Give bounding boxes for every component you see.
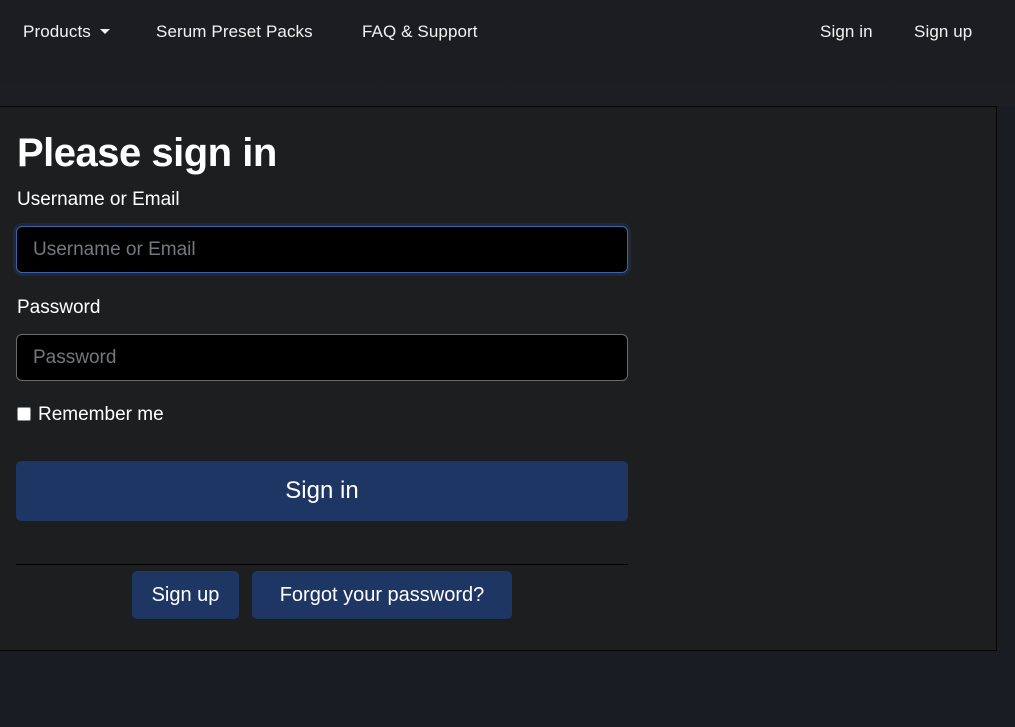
nav-faq-support[interactable]: FAQ & Support — [362, 22, 478, 42]
username-input[interactable] — [16, 226, 628, 273]
forgot-password-button[interactable]: Forgot your password? — [252, 571, 512, 619]
caret-down-icon — [99, 29, 110, 34]
page-title: Please sign in — [17, 131, 277, 175]
nav-products-dropdown[interactable]: Products — [23, 22, 110, 42]
password-input[interactable] — [16, 334, 628, 381]
header-band — [0, 70, 1015, 106]
nav-sign-up[interactable]: Sign up — [914, 22, 972, 42]
username-label: Username or Email — [17, 189, 180, 210]
password-label: Password — [17, 297, 101, 318]
remember-me-checkbox[interactable] — [17, 407, 31, 421]
remember-me-label[interactable]: Remember me — [38, 404, 164, 426]
nav-sign-in[interactable]: Sign in — [820, 22, 873, 42]
top-navbar: Products Serum Preset Packs FAQ & Suppor… — [0, 0, 1015, 70]
nav-products-label: Products — [23, 22, 91, 41]
sign-up-button[interactable]: Sign up — [132, 571, 239, 619]
sign-in-button[interactable]: Sign in — [16, 461, 628, 521]
nav-serum-preset-packs[interactable]: Serum Preset Packs — [156, 22, 313, 42]
divider — [16, 564, 628, 565]
